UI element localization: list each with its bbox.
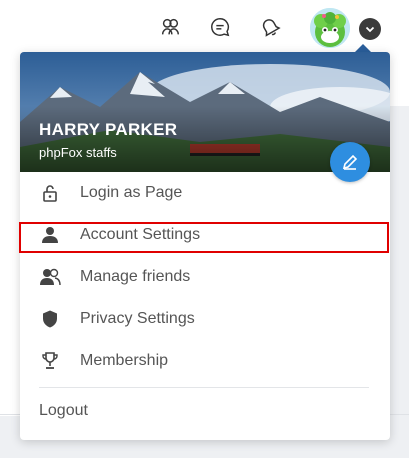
menu-item-privacy-settings[interactable]: Privacy Settings bbox=[20, 298, 390, 340]
lock-icon bbox=[39, 182, 61, 204]
pencil-icon bbox=[342, 154, 358, 170]
chevron-down-icon[interactable] bbox=[359, 18, 381, 40]
profile-name[interactable]: HARRY PARKER bbox=[39, 120, 177, 140]
trophy-icon bbox=[39, 350, 61, 372]
top-header bbox=[0, 0, 409, 57]
menu-item-login-as-page[interactable]: Login as Page bbox=[20, 172, 390, 214]
chat-icon[interactable] bbox=[207, 14, 233, 40]
menu-item-label: Manage friends bbox=[80, 268, 191, 285]
notification-bell-icon[interactable] bbox=[257, 14, 283, 40]
logout-link[interactable]: Logout bbox=[39, 402, 88, 420]
background-card-right bbox=[388, 56, 409, 106]
user-avatar[interactable] bbox=[310, 8, 350, 48]
menu-item-membership[interactable]: Membership bbox=[20, 340, 390, 382]
menu-item-label: Login as Page bbox=[80, 184, 183, 201]
users-icon bbox=[39, 266, 61, 288]
menu-item-label: Membership bbox=[80, 352, 169, 369]
menu-item-label: Privacy Settings bbox=[80, 310, 195, 327]
shield-icon bbox=[39, 308, 61, 330]
selection-highlight bbox=[19, 222, 389, 253]
menu-item-manage-friends[interactable]: Manage friends bbox=[20, 256, 390, 298]
friends-icon[interactable] bbox=[157, 14, 183, 40]
menu-divider bbox=[39, 387, 369, 388]
profile-role: phpFox staffs bbox=[39, 145, 117, 160]
